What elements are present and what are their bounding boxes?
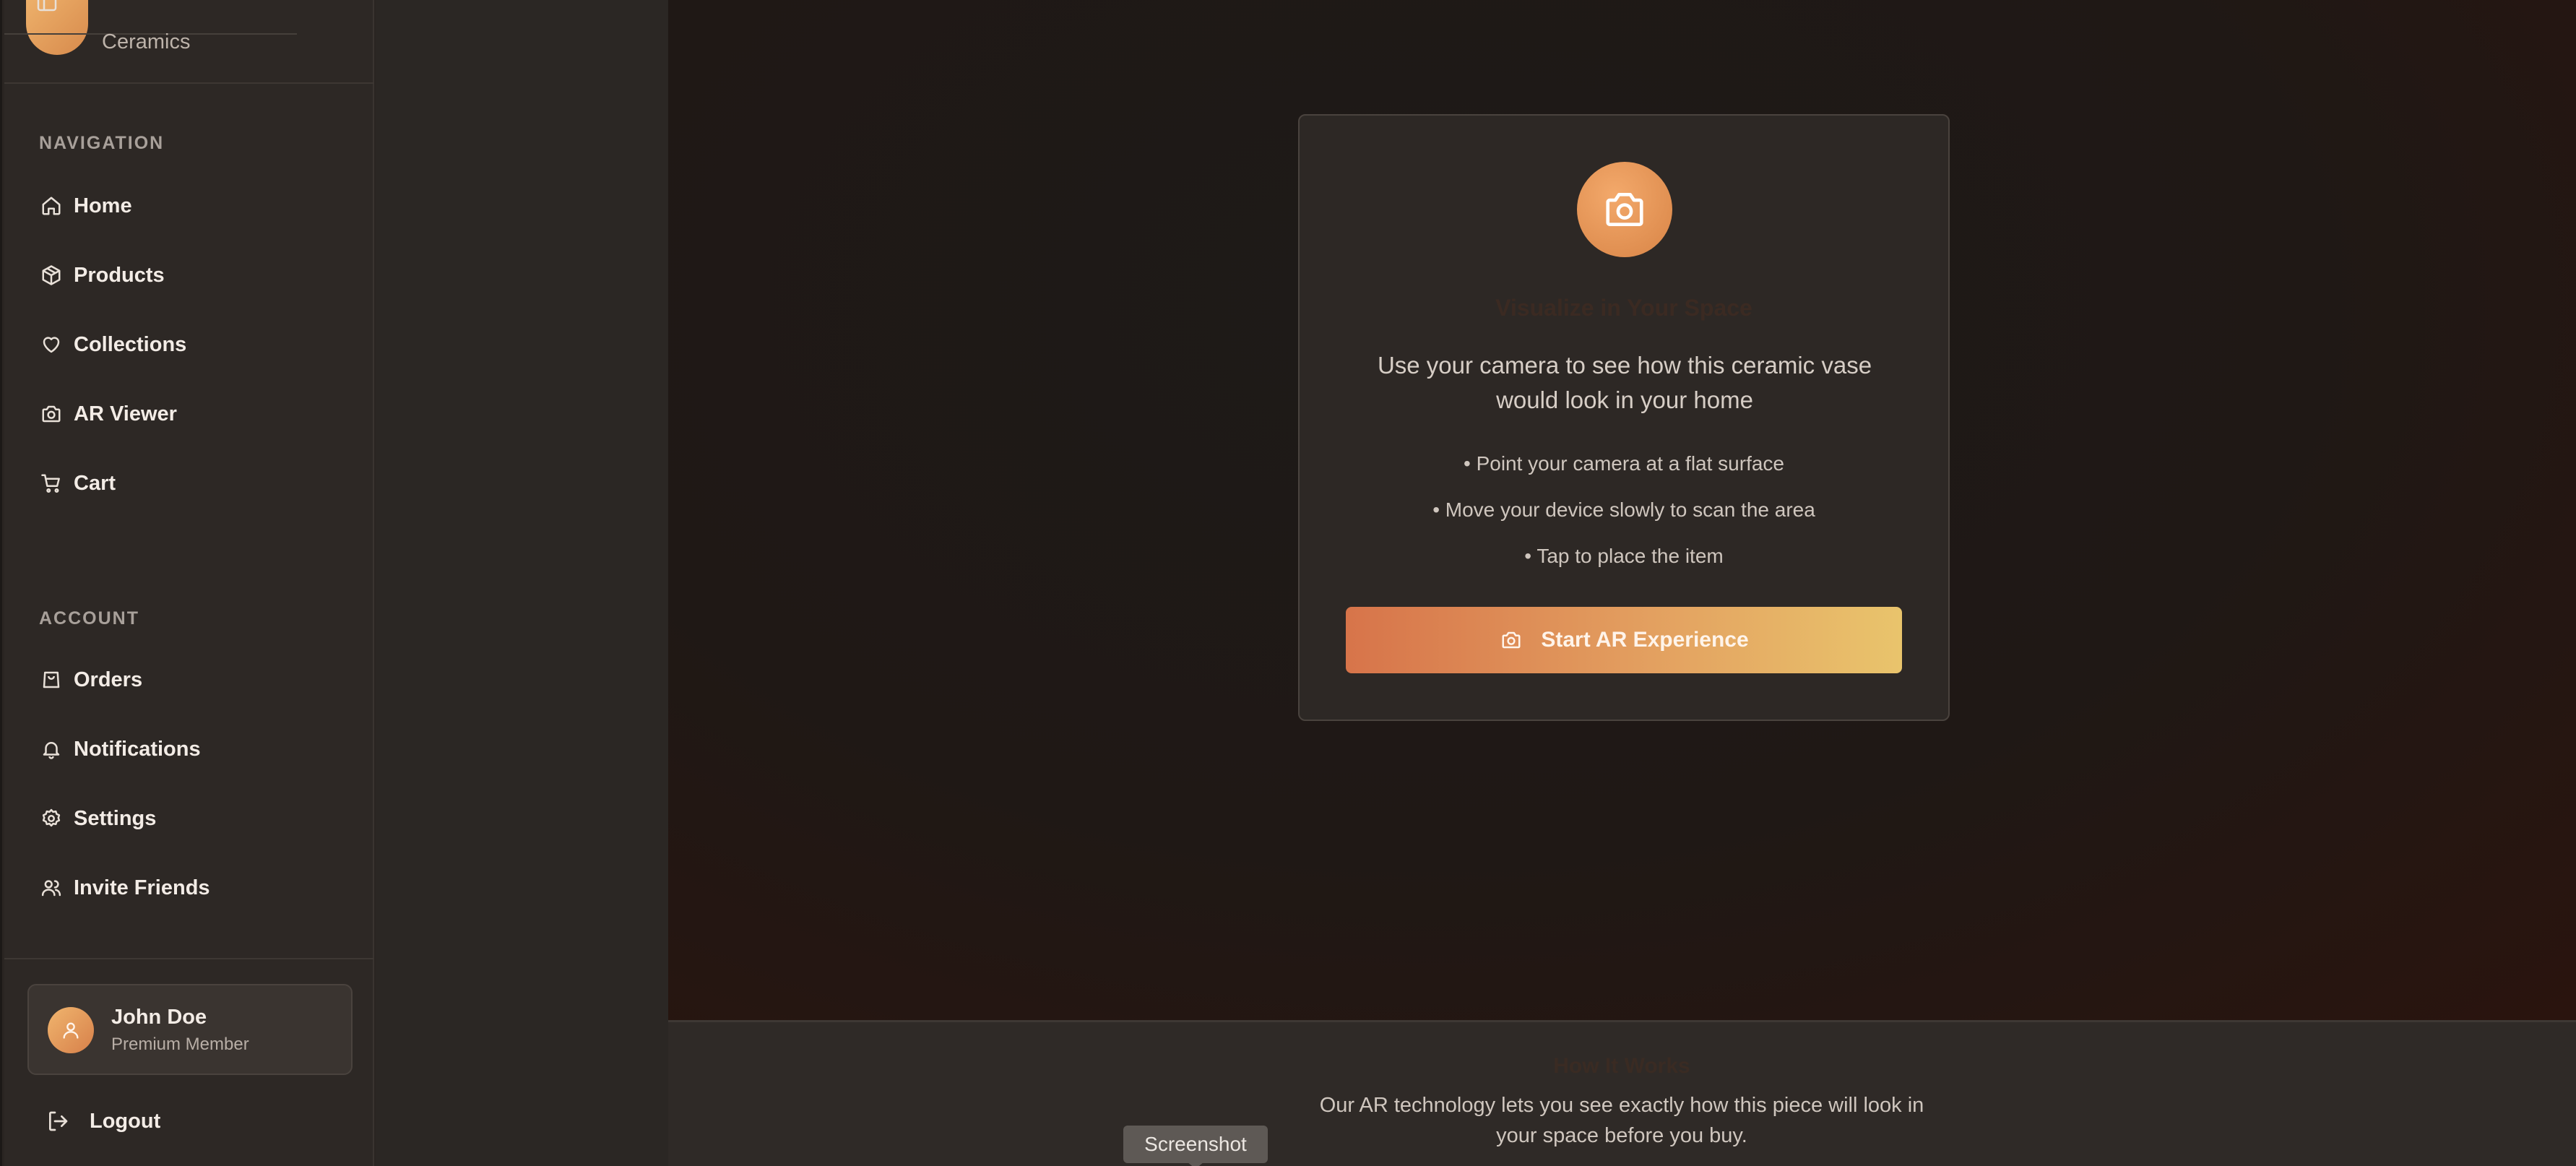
users-icon [39, 876, 64, 900]
ar-step-3: • Tap to place the item [1524, 545, 1724, 567]
sidebar-item-home[interactable]: Home [29, 182, 347, 230]
package-icon [39, 263, 64, 288]
ar-card-title: Visualize in Your Space [1495, 295, 1752, 321]
camera-icon [1577, 162, 1672, 257]
sidebar-item-label: Cart [74, 471, 116, 495]
shopping-bag-icon [39, 668, 64, 692]
logout-icon [43, 1107, 72, 1136]
user-role: Premium Member [111, 1035, 249, 1054]
sidebar-item-products[interactable]: Products [29, 251, 347, 299]
sidebar-item-orders[interactable]: Orders [29, 656, 347, 704]
info-text: Our AR technology lets you see exactly h… [1319, 1094, 1924, 1147]
user-profile-card[interactable]: John Doe Premium Member [27, 984, 353, 1075]
sidebar-item-label: Invite Friends [74, 876, 210, 899]
camera-icon [39, 402, 64, 426]
sidebar-item-settings[interactable]: Settings [29, 795, 347, 842]
sidebar-item-label: Settings [74, 806, 157, 830]
sidebar-item-ar-viewer[interactable]: AR Viewer [29, 390, 347, 438]
app-window: Ceramics NAVIGATION Home Products Collec… [0, 0, 2576, 1166]
sidebar-toggle-icon[interactable] [36, 0, 58, 12]
camera-icon [1499, 628, 1523, 652]
logout-label: Logout [90, 1109, 161, 1133]
sidebar-item-collections[interactable]: Collections [29, 321, 347, 368]
avatar [48, 1007, 94, 1053]
account-section-label: ACCOUNT [39, 608, 139, 629]
ar-card-description: Use your camera to see how this ceramic … [1377, 352, 1872, 413]
start-ar-experience-button[interactable]: Start AR Experience [1346, 607, 1902, 673]
sidebar-item-invite-friends[interactable]: Invite Friends [29, 864, 347, 912]
start-ar-button-label: Start AR Experience [1541, 628, 1749, 652]
bell-icon [39, 737, 64, 761]
sidebar-item-notifications[interactable]: Notifications [29, 725, 347, 773]
ar-viewer-area: Visualize in Your Space Use your camera … [668, 0, 2576, 1020]
user-icon [63, 1022, 79, 1039]
cart-icon [39, 471, 64, 496]
sidebar-item-label: AR Viewer [74, 402, 177, 426]
navigation-section-label: NAVIGATION [39, 133, 165, 153]
user-name: John Doe [111, 1006, 207, 1029]
content-gutter [376, 0, 668, 1166]
brand-name: Ceramics [102, 30, 191, 53]
gear-icon [39, 806, 64, 831]
ar-intro-card: Visualize in Your Space Use your camera … [1298, 114, 1950, 721]
screenshot-tooltip: Screenshot [1123, 1126, 1268, 1163]
ar-step-2: • Move your device slowly to scan the ar… [1432, 498, 1815, 521]
sidebar-item-label: Products [74, 263, 165, 287]
info-section: How It Works Our AR technology lets you … [668, 1020, 2576, 1166]
sidebar-item-label: Notifications [74, 737, 201, 761]
sidebar-item-label: Collections [74, 332, 187, 356]
logout-button[interactable]: Logout [29, 1095, 347, 1147]
sidebar-item-cart[interactable]: Cart [29, 459, 347, 507]
sidebar-divider [4, 958, 374, 959]
ar-step-1: • Point your camera at a flat surface [1463, 452, 1784, 475]
home-icon [39, 194, 64, 218]
brand-header: Ceramics [4, 0, 374, 84]
info-title: How It Works [1553, 1054, 1690, 1078]
tooltip-pointer [1187, 1162, 1204, 1166]
sidebar-item-label: Orders [74, 668, 143, 691]
heart-icon [39, 332, 64, 357]
sidebar: Ceramics NAVIGATION Home Products Collec… [4, 0, 374, 1166]
sidebar-item-label: Home [74, 194, 132, 217]
